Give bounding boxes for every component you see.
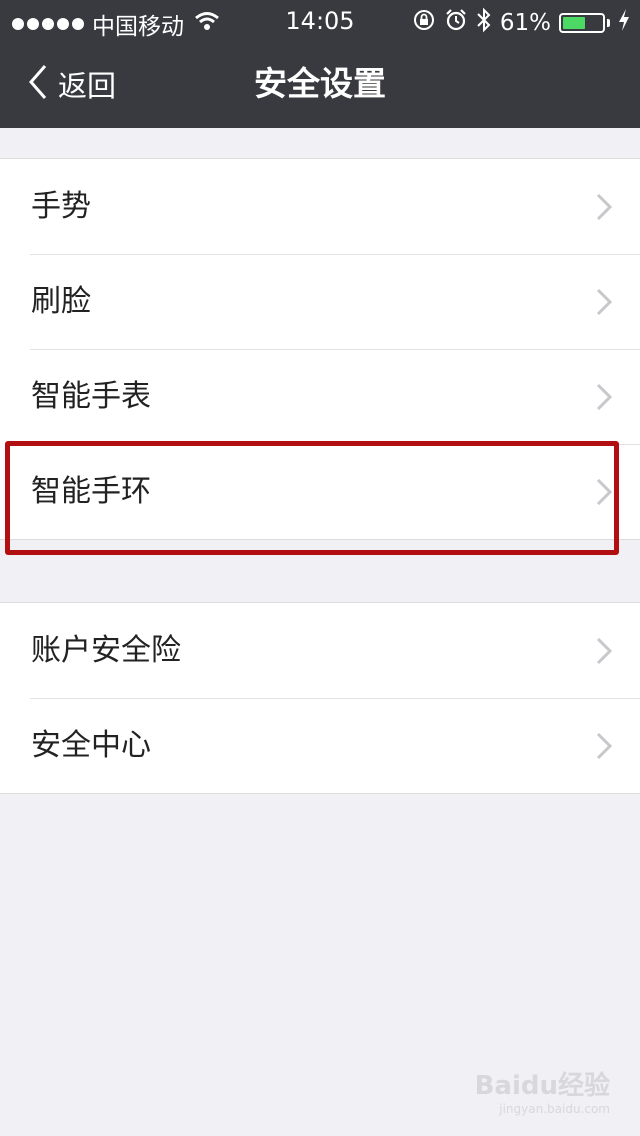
list-item-label: 安全中心 — [31, 728, 151, 763]
alarm-icon — [444, 8, 468, 38]
back-label: 返回 — [58, 69, 117, 103]
battery-nub — [607, 19, 610, 27]
rotation-lock-icon — [412, 8, 436, 38]
status-bar: 中国移动 14:05 61% — [0, 0, 640, 40]
chevron-left-icon — [28, 64, 48, 104]
chevron-right-icon — [596, 193, 613, 225]
list-item-smartband[interactable]: 智能手环 — [0, 444, 640, 539]
watermark-url: jingyan.baidu.com — [499, 1102, 610, 1116]
chevron-right-icon — [596, 732, 613, 764]
top-bar: 中国移动 14:05 61% 返回 安全设置 — [0, 0, 640, 128]
battery-icon — [559, 13, 605, 33]
charging-icon — [618, 9, 630, 37]
list-item-smartwatch[interactable]: 智能手表 — [0, 349, 640, 444]
list-item-label: 账户安全险 — [31, 633, 181, 668]
settings-group-2: 账户安全险 安全中心 — [0, 602, 640, 794]
status-right: 61% — [412, 7, 630, 39]
list-item-gesture[interactable]: 手势 — [0, 159, 640, 254]
chevron-right-icon — [596, 478, 613, 510]
chevron-right-icon — [596, 637, 613, 669]
chevron-right-icon — [596, 383, 613, 415]
list-item-label: 智能手环 — [31, 474, 151, 509]
bluetooth-icon — [476, 7, 492, 39]
watermark-text: Baidu经验 — [474, 1071, 610, 1101]
list-item-label: 手势 — [31, 189, 91, 224]
back-button[interactable]: 返回 — [28, 40, 116, 128]
settings-group-1: 手势 刷脸 智能手表 智能手环 — [0, 158, 640, 540]
list-item-label: 刷脸 — [31, 284, 91, 319]
nav-bar: 返回 安全设置 — [0, 40, 640, 128]
battery-percent: 61% — [499, 10, 551, 36]
list-item-face[interactable]: 刷脸 — [0, 254, 640, 349]
list-item-account-insurance[interactable]: 账户安全险 — [0, 603, 640, 698]
chevron-right-icon — [596, 288, 613, 320]
list-item-security-center[interactable]: 安全中心 — [0, 698, 640, 793]
list-item-label: 智能手表 — [31, 379, 151, 414]
watermark: Baidu经验 jingyan.baidu.com — [475, 1065, 610, 1116]
